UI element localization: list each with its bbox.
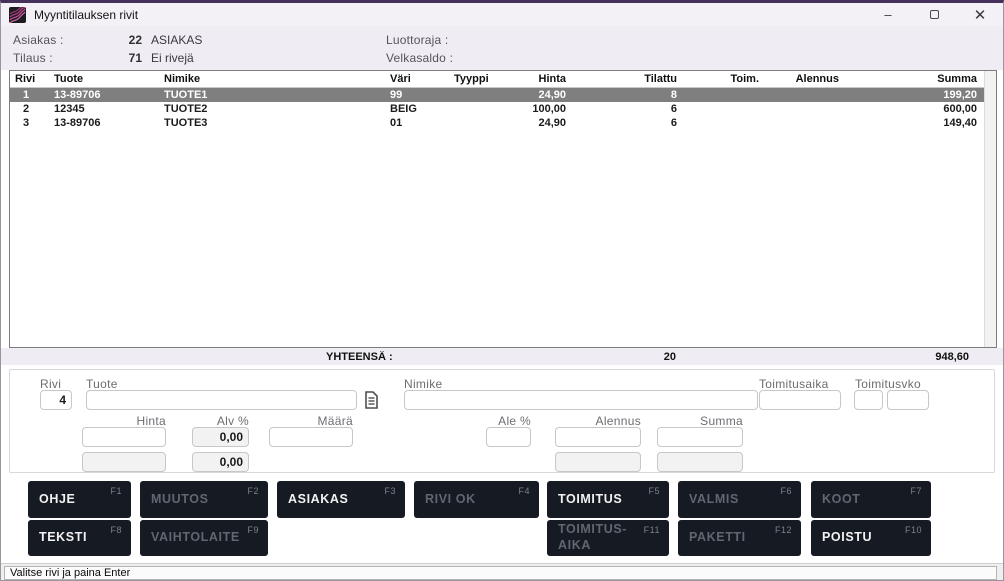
col-tyyppi: Tyyppi: [442, 73, 507, 85]
col-summa: Summa: [843, 73, 984, 85]
fkey-label: F4: [518, 486, 530, 496]
maximize-button[interactable]: [911, 3, 957, 26]
totals-bar: YHTEENSÄ : 20 948,60: [1, 348, 1003, 365]
nimike-label: Nimike: [404, 377, 442, 391]
hinta-input[interactable]: [82, 427, 166, 447]
fkey-label: F11: [644, 525, 660, 535]
table-header: Rivi Tuote Nimike Väri Tyyppi Hinta Tila…: [10, 71, 984, 88]
poistu-button[interactable]: POISTUF10: [811, 520, 931, 556]
table-row[interactable]: 1 13-89706 TUOTE1 99 24,90 8 199,20: [10, 88, 984, 102]
toimitusvko-input-2[interactable]: [887, 390, 929, 410]
totals-summa-value: 948,60: [842, 351, 997, 363]
app-logo-icon: [9, 7, 26, 23]
hinta-label: Hinta: [82, 414, 166, 428]
table-scrollbar[interactable]: [984, 71, 996, 347]
col-vari: Väri: [380, 73, 442, 85]
ale-label: Ale %: [486, 414, 531, 428]
velkasaldo-label: Velkasaldo :: [386, 51, 453, 65]
table-row[interactable]: 3 13-89706 TUOTE3 01 24,90 6 149,40: [10, 116, 984, 130]
col-toim: Toim.: [680, 73, 763, 85]
vaihtolaite-button[interactable]: VAIHTOLAITEF9: [140, 520, 268, 556]
close-button[interactable]: ✕: [957, 3, 1003, 26]
luottoraja-label: Luottoraja :: [386, 33, 448, 47]
tilaus-label: Tilaus :: [13, 51, 53, 65]
toimitusvko-input-1[interactable]: [854, 390, 883, 410]
fkey-label: F10: [905, 525, 922, 535]
toimitusaika-button[interactable]: TOIMITUS- AIKAF11: [547, 520, 669, 556]
col-nimike: Nimike: [154, 73, 380, 85]
fkey-label: F2: [247, 486, 259, 496]
row-edit-form: Rivi Tuote Nimike Toimitusaika Toimitusv…: [9, 369, 995, 473]
fkey-label: F3: [384, 486, 396, 496]
col-hinta: Hinta: [507, 73, 570, 85]
teksti-button[interactable]: TEKSTIF8: [28, 520, 131, 556]
fkey-label: F8: [110, 525, 122, 535]
alennus-input[interactable]: [555, 427, 641, 447]
paketti-button[interactable]: PAKETTIF12: [678, 520, 801, 556]
tuote-input[interactable]: [86, 390, 357, 410]
asiakas-button[interactable]: ASIAKASF3: [277, 481, 405, 518]
rivi-label: Rivi: [40, 377, 61, 391]
maximize-icon: [930, 10, 939, 19]
summa-label: Summa: [657, 414, 743, 428]
fkey-label: F5: [648, 486, 660, 496]
alennus-input-2[interactable]: [555, 452, 641, 472]
asiakas-name: ASIAKAS: [151, 33, 202, 47]
toimitusvko-label: Toimitusvko: [855, 377, 921, 391]
alv-input-2[interactable]: [192, 452, 249, 472]
ohje-button[interactable]: OHJEF1: [28, 481, 131, 518]
asiakas-number: 22: [96, 33, 142, 47]
valmis-button[interactable]: VALMISF6: [678, 481, 801, 518]
maara-input[interactable]: [269, 427, 353, 447]
order-info-header: Asiakas : 22 ASIAKAS Luottoraja : Tilaus…: [1, 26, 1003, 70]
rivi-input[interactable]: [40, 390, 72, 410]
ale-input[interactable]: [486, 427, 531, 447]
hinta-input-2[interactable]: [82, 452, 166, 472]
fkey-label: F12: [775, 525, 792, 535]
fkey-label: F1: [110, 486, 122, 496]
fkey-label: F9: [247, 525, 259, 535]
lower-panel: Rivi Tuote Nimike Toimitusaika Toimitusv…: [1, 365, 1003, 563]
table-body: 1 13-89706 TUOTE1 99 24,90 8 199,20 2 12…: [10, 88, 984, 347]
maara-label: Määrä: [269, 414, 353, 428]
col-tuote: Tuote: [42, 73, 154, 85]
muutos-button[interactable]: MUUTOSF2: [140, 481, 268, 518]
alennus-label: Alennus: [555, 414, 641, 428]
window-controls: – ✕: [865, 3, 1003, 26]
status-bar: Valitse rivi ja paina Enter: [1, 563, 1003, 581]
summa-input[interactable]: [657, 427, 743, 447]
toimitusaika-input[interactable]: [759, 390, 841, 410]
status-message: Valitse rivi ja paina Enter: [4, 566, 997, 580]
window-title: Myyntitilauksen rivit: [34, 8, 138, 22]
koot-button[interactable]: KOOTF7: [811, 481, 931, 518]
app-window: Myyntitilauksen rivit – ✕ Asiakas : 22 A…: [0, 0, 1004, 581]
asiakas-label: Asiakas :: [13, 33, 64, 47]
fkey-label: F6: [780, 486, 792, 496]
summa-input-2[interactable]: [657, 452, 743, 472]
alv-input[interactable]: [192, 427, 249, 447]
table-row[interactable]: 2 12345 TUOTE2 BEIG 100,00 6 600,00: [10, 102, 984, 116]
col-alennus: Alennus: [763, 73, 843, 85]
order-rows-table: Rivi Tuote Nimike Väri Tyyppi Hinta Tila…: [9, 70, 997, 348]
alv-label: Alv %: [192, 414, 249, 428]
fkey-label: F7: [910, 486, 922, 496]
tuote-label: Tuote: [86, 377, 118, 391]
minimize-button[interactable]: –: [865, 3, 911, 26]
rivi-ok-button[interactable]: RIVI OKF4: [414, 481, 539, 518]
titlebar: Myyntitilauksen rivit – ✕: [1, 3, 1003, 26]
tilaus-number: 71: [96, 51, 142, 65]
toimitus-button[interactable]: TOIMITUSF5: [547, 481, 669, 518]
nimike-input[interactable]: [404, 390, 758, 410]
tilaus-info: Ei rivejä: [151, 51, 194, 65]
col-tilattu: Tilattu: [570, 73, 680, 85]
col-rivi: Rivi: [10, 73, 42, 85]
totals-tilattu-value: 20: [569, 351, 679, 363]
toimitusaika-label: Toimitusaika: [759, 377, 829, 391]
totals-label: YHTEENSÄ :: [9, 351, 506, 363]
product-lookup-icon[interactable]: [363, 391, 379, 409]
